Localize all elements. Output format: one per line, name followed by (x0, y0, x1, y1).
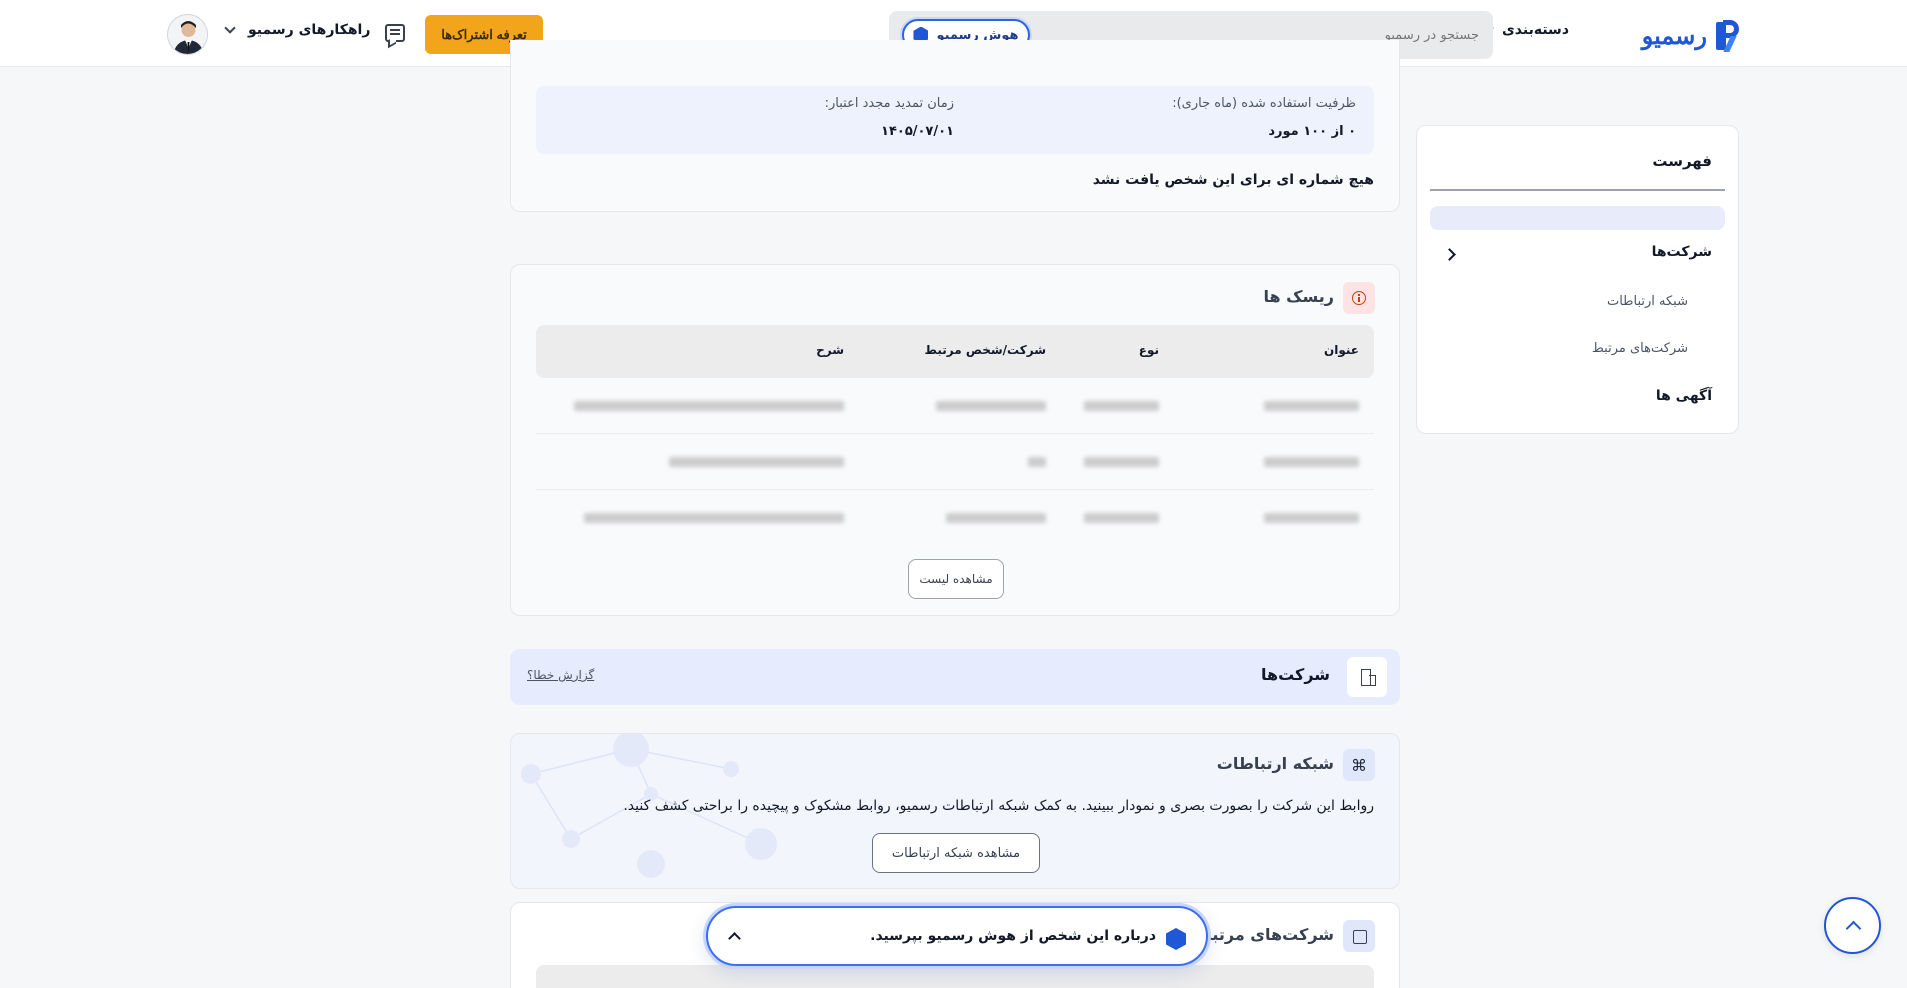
avatar[interactable] (167, 14, 208, 55)
report-error-link[interactable]: گزارش خطا؟ (527, 668, 594, 682)
blurred-cell (946, 513, 1046, 523)
quota-box: ظرفیت استفاده شده (ماه جاری): ۰ از ۱۰۰ م… (536, 86, 1374, 154)
ai-cube-icon (1166, 928, 1186, 950)
companies-title: شرکت‌ها (1260, 665, 1330, 684)
used-capacity-label: ظرفیت استفاده شده (ماه جاری): (1172, 96, 1356, 111)
blurred-cell (1084, 513, 1159, 523)
renewal-value: ۱۴۰۵/۰۷/۰۱ (881, 124, 954, 139)
logo-mark-icon (1713, 18, 1739, 52)
ask-ai-text: درباره این شخص از هوش رسمیو بپرسید. (870, 928, 1156, 944)
view-network-button[interactable]: مشاهده شبکه ارتباطات (872, 833, 1040, 873)
solutions-dropdown[interactable]: راهکارهای رسمیو (224, 22, 371, 38)
toc-item-ads[interactable]: آگهی ها (1656, 388, 1712, 404)
chevron-left-icon[interactable] (1443, 248, 1456, 261)
column-header-title: عنوان (1324, 343, 1359, 357)
related-table-header (536, 965, 1374, 988)
network-description: روابط این شرکت را بصورت بصری و نمودار بب… (623, 798, 1374, 814)
phones-card: ظرفیت استفاده شده (ماه جاری): ۰ از ۱۰۰ م… (510, 40, 1400, 212)
building-icon (1347, 657, 1387, 697)
toc-item-companies[interactable]: شرکت‌ها (1652, 244, 1712, 260)
blurred-cell (1264, 457, 1359, 467)
scroll-to-top-button[interactable] (1824, 897, 1881, 954)
toc-item-network[interactable]: شبکه ارتباطات (1607, 294, 1688, 309)
blurred-cell (936, 401, 1046, 411)
column-header-related-entity: شرکت/شخص مرتبط (924, 343, 1046, 357)
user-avatar-icon (168, 15, 207, 54)
table-row[interactable] (536, 378, 1374, 434)
blurred-cell (574, 401, 844, 411)
risks-table-header: عنوان نوع شرکت/شخص مرتبط شرح (536, 325, 1374, 378)
table-row[interactable] (536, 434, 1374, 490)
no-number-message: هیچ شماره ای برای این شخص یافت نشد (1092, 172, 1374, 188)
blurred-cell (1264, 513, 1359, 523)
risks-title: ریسک ها (1263, 287, 1334, 306)
column-header-type: نوع (1138, 343, 1159, 357)
table-of-contents: فهرست شرکت‌ها شبکه ارتباطات شرکت‌های مرت… (1416, 125, 1739, 434)
blurred-cell (584, 513, 844, 523)
blurred-cell (1084, 401, 1159, 411)
chevron-up-icon[interactable] (728, 932, 741, 945)
blurred-cell (669, 457, 844, 467)
toc-active-highlight (1430, 206, 1725, 230)
used-capacity-value: ۰ از ۱۰۰ مورد (1268, 124, 1356, 139)
logo[interactable]: رسمیو (1642, 18, 1739, 52)
risks-card: ریسک ها عنوان نوع شرکت/شخص مرتبط شرح مشا… (510, 264, 1400, 616)
solutions-label: راهکارهای رسمیو (248, 22, 371, 38)
briefcase-icon (1343, 920, 1375, 952)
chevron-down-icon (224, 22, 236, 34)
blurred-cell (1264, 401, 1359, 411)
ask-ai-bar[interactable]: درباره این شخص از هوش رسمیو بپرسید. (706, 906, 1208, 966)
network-card: ⌘ شبکه ارتباطات روابط این شرکت را بصورت … (510, 733, 1400, 889)
toc-title: فهرست (1652, 152, 1712, 170)
blurred-cell (1028, 457, 1046, 467)
category-dropdown[interactable]: دسته‌بندی (1482, 22, 1569, 38)
column-header-description: شرح (816, 343, 844, 357)
renewal-label: زمان تمدید مجدد اعتبار: (824, 96, 954, 111)
logo-text: رسمیو (1641, 20, 1707, 50)
network-icon: ⌘ (1343, 749, 1375, 781)
message-icon[interactable] (385, 24, 405, 42)
view-list-button[interactable]: مشاهده لیست (908, 559, 1004, 599)
network-title: شبکه ارتباطات (1216, 754, 1334, 773)
divider (1430, 189, 1725, 191)
table-row[interactable] (536, 490, 1374, 546)
blurred-cell (1084, 457, 1159, 467)
info-icon (1343, 282, 1375, 314)
companies-section-header: شرکت‌ها گزارش خطا؟ (510, 649, 1400, 705)
toc-item-related-companies[interactable]: شرکت‌های مرتبط (1592, 341, 1688, 356)
related-companies-title: شرکت‌های مرتبط (1195, 925, 1334, 944)
category-label: دسته‌بندی (1501, 22, 1569, 38)
